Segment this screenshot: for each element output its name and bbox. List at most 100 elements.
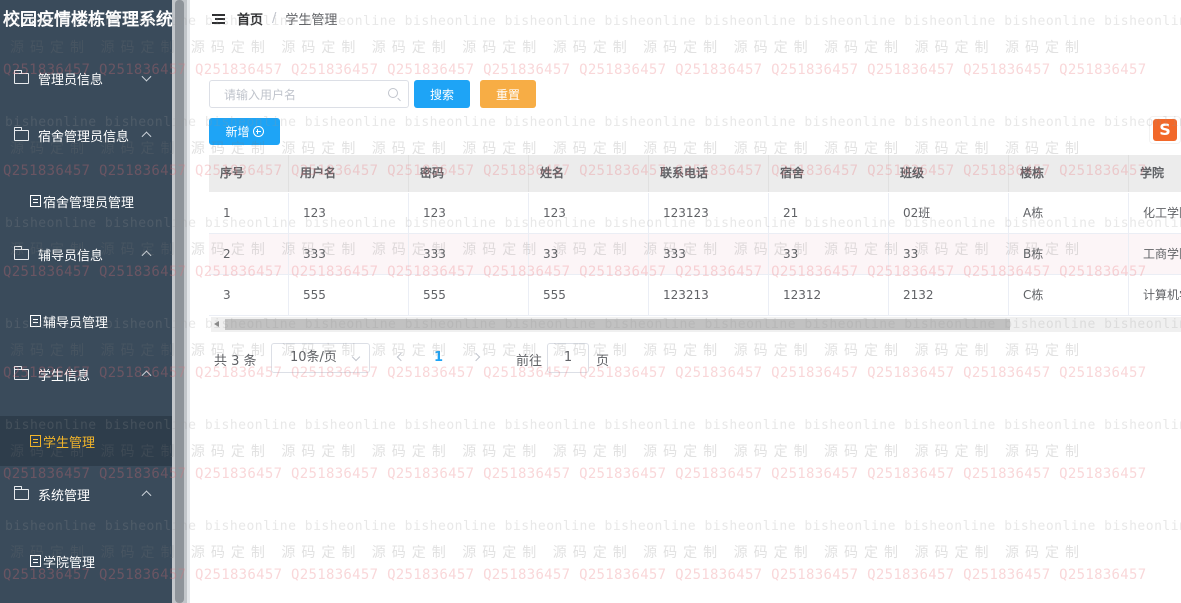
search-placeholder: 请输入用户名 <box>224 87 297 102</box>
folder-icon <box>13 69 29 84</box>
table-row[interactable]: 2 333 333 33 333 33 33 B栋 工商学院 <box>209 234 1181 275</box>
table-cell: 33 <box>769 234 889 275</box>
table-scrollbar-thumb[interactable] <box>225 319 1010 330</box>
document-icon <box>30 555 41 567</box>
chevron-up-icon <box>141 490 152 501</box>
folder-icon <box>13 485 29 500</box>
breadcrumb-home[interactable]: 首页 <box>237 9 263 28</box>
breadcrumb: 首页 / 学生管理 <box>190 0 1181 37</box>
column-header[interactable]: 宿舍 <box>769 155 889 192</box>
table-cell: 555 <box>289 275 409 316</box>
table-cell: 2 <box>209 234 289 275</box>
menu-group-label: 系统管理 <box>38 488 91 504</box>
reset-button-label: 重置 <box>495 87 520 102</box>
folder-icon <box>13 245 29 260</box>
username-search-input[interactable]: 请输入用户名 <box>209 80 409 108</box>
table-cell: C栋 <box>1009 275 1129 316</box>
table-cell: 3 <box>209 275 289 316</box>
table-cell: 123213 <box>649 275 769 316</box>
table-cell: 333 <box>289 234 409 275</box>
breadcrumb-separator: / <box>272 11 277 26</box>
table-cell: 555 <box>409 275 529 316</box>
column-header[interactable]: 姓名 <box>529 155 649 192</box>
document-icon <box>30 435 41 447</box>
prev-page-icon[interactable] <box>396 352 406 362</box>
menu-toggle-icon[interactable] <box>212 13 225 24</box>
breadcrumb-current: 学生管理 <box>285 13 338 28</box>
table-cell: 555 <box>529 275 649 316</box>
menu-group-label: 辅导员信息 <box>38 248 104 264</box>
folder-icon <box>13 126 29 141</box>
column-header[interactable]: 序号 <box>209 155 289 192</box>
table-cell: 工商学院 <box>1129 234 1181 275</box>
search-button-label: 搜索 <box>429 87 454 102</box>
reset-button[interactable]: 重置 <box>480 80 536 108</box>
chevron-down-icon <box>351 352 361 362</box>
table-cell: 123123 <box>649 193 769 234</box>
app-title: 校园疫情楼栋管理系统 <box>3 10 172 30</box>
search-icon <box>388 88 398 98</box>
menu-group-label: 管理员信息 <box>38 72 104 88</box>
table-cell: B栋 <box>1009 234 1129 275</box>
sogou-logo-icon: S <box>1153 119 1177 141</box>
document-icon <box>30 195 41 207</box>
table-cell: 2132 <box>889 275 1009 316</box>
sidebar-item-counselor-management[interactable]: 辅导员管理 <box>0 296 172 346</box>
table-cell: 333 <box>649 234 769 275</box>
sidebar-item-student-management[interactable]: 学生管理 <box>0 416 172 466</box>
table-cell: 12312 <box>769 275 889 316</box>
scroll-left-arrow-icon[interactable] <box>214 321 219 327</box>
sidebar-item-label: 辅导员管理 <box>43 315 109 331</box>
menu-group-counselor-info[interactable]: 辅导员信息 <box>0 229 172 279</box>
table-cell: 123 <box>409 193 529 234</box>
column-header[interactable]: 学院 <box>1129 155 1181 192</box>
add-button[interactable]: 新增 <box>209 118 280 145</box>
table-cell: 化工学院 <box>1129 193 1181 234</box>
table-cell: 123 <box>529 193 649 234</box>
sidebar-item-dorm-admin-management[interactable]: 宿舍管理员管理 <box>0 176 172 226</box>
table-cell: 1 <box>209 193 289 234</box>
chevron-up-icon <box>141 250 152 261</box>
table-row[interactable]: 3 555 555 555 123213 12312 2132 C栋 计算机学院 <box>209 275 1181 316</box>
column-header[interactable]: 班级 <box>889 155 1009 192</box>
sogou-logo[interactable]: S <box>1149 116 1181 144</box>
plus-circle-icon <box>252 126 264 137</box>
menu-group-label: 学生信息 <box>38 368 91 384</box>
search-button[interactable]: 搜索 <box>414 80 470 108</box>
page-size-select[interactable]: 10条/页 <box>271 343 370 373</box>
column-header[interactable]: 楼栋 <box>1009 155 1129 192</box>
goto-label: 前往 <box>516 354 543 369</box>
table-cell: 02班 <box>889 193 1009 234</box>
folder-icon <box>13 365 29 380</box>
table-cell: 123 <box>289 193 409 234</box>
chevron-up-icon <box>141 370 152 381</box>
sidebar-item-college-management[interactable]: 学院管理 <box>0 536 172 586</box>
column-header[interactable]: 用户名 <box>289 155 409 192</box>
sidebar-divider <box>187 0 190 603</box>
next-page-icon[interactable] <box>471 352 481 362</box>
pagination-total: 共 3 条 <box>214 354 257 369</box>
menu-group-admin-info[interactable]: 管理员信息 <box>0 53 172 103</box>
sidebar-scrollbar[interactable] <box>172 0 187 603</box>
sidebar: 校园疫情楼栋管理系统 管理员信息 宿舍管理员信息 宿舍管理员管理 辅导员信息 辅… <box>0 0 172 603</box>
goto-suffix: 页 <box>596 354 610 369</box>
page-size-value: 10条/页 <box>290 350 337 365</box>
sidebar-item-label: 学生管理 <box>43 435 96 451</box>
column-header[interactable]: 密码 <box>409 155 529 192</box>
student-table: 序号 用户名 密码 姓名 联系电话 宿舍 班级 楼栋 学院 1 123 123 … <box>209 155 1181 331</box>
chevron-down-icon <box>141 71 152 82</box>
chevron-up-icon <box>141 131 152 142</box>
column-header[interactable]: 联系电话 <box>649 155 769 192</box>
menu-group-student-info[interactable]: 学生信息 <box>0 349 172 399</box>
table-cell: 333 <box>409 234 529 275</box>
table-row[interactable]: 1 123 123 123 123123 21 02班 A栋 化工学院 <box>209 193 1181 234</box>
page-number-current[interactable]: 1 <box>434 350 443 365</box>
table-cell: 计算机学院 <box>1129 275 1181 316</box>
table-horizontal-scrollbar[interactable] <box>211 317 1181 332</box>
add-button-label: 新增 <box>225 125 250 139</box>
menu-group-system-management[interactable]: 系统管理 <box>0 469 172 519</box>
sidebar-scrollbar-thumb[interactable] <box>175 0 184 603</box>
table-cell: 21 <box>769 193 889 234</box>
menu-group-dorm-admin-info[interactable]: 宿舍管理员信息 <box>0 110 172 160</box>
goto-page-input[interactable]: 1 <box>547 343 589 373</box>
